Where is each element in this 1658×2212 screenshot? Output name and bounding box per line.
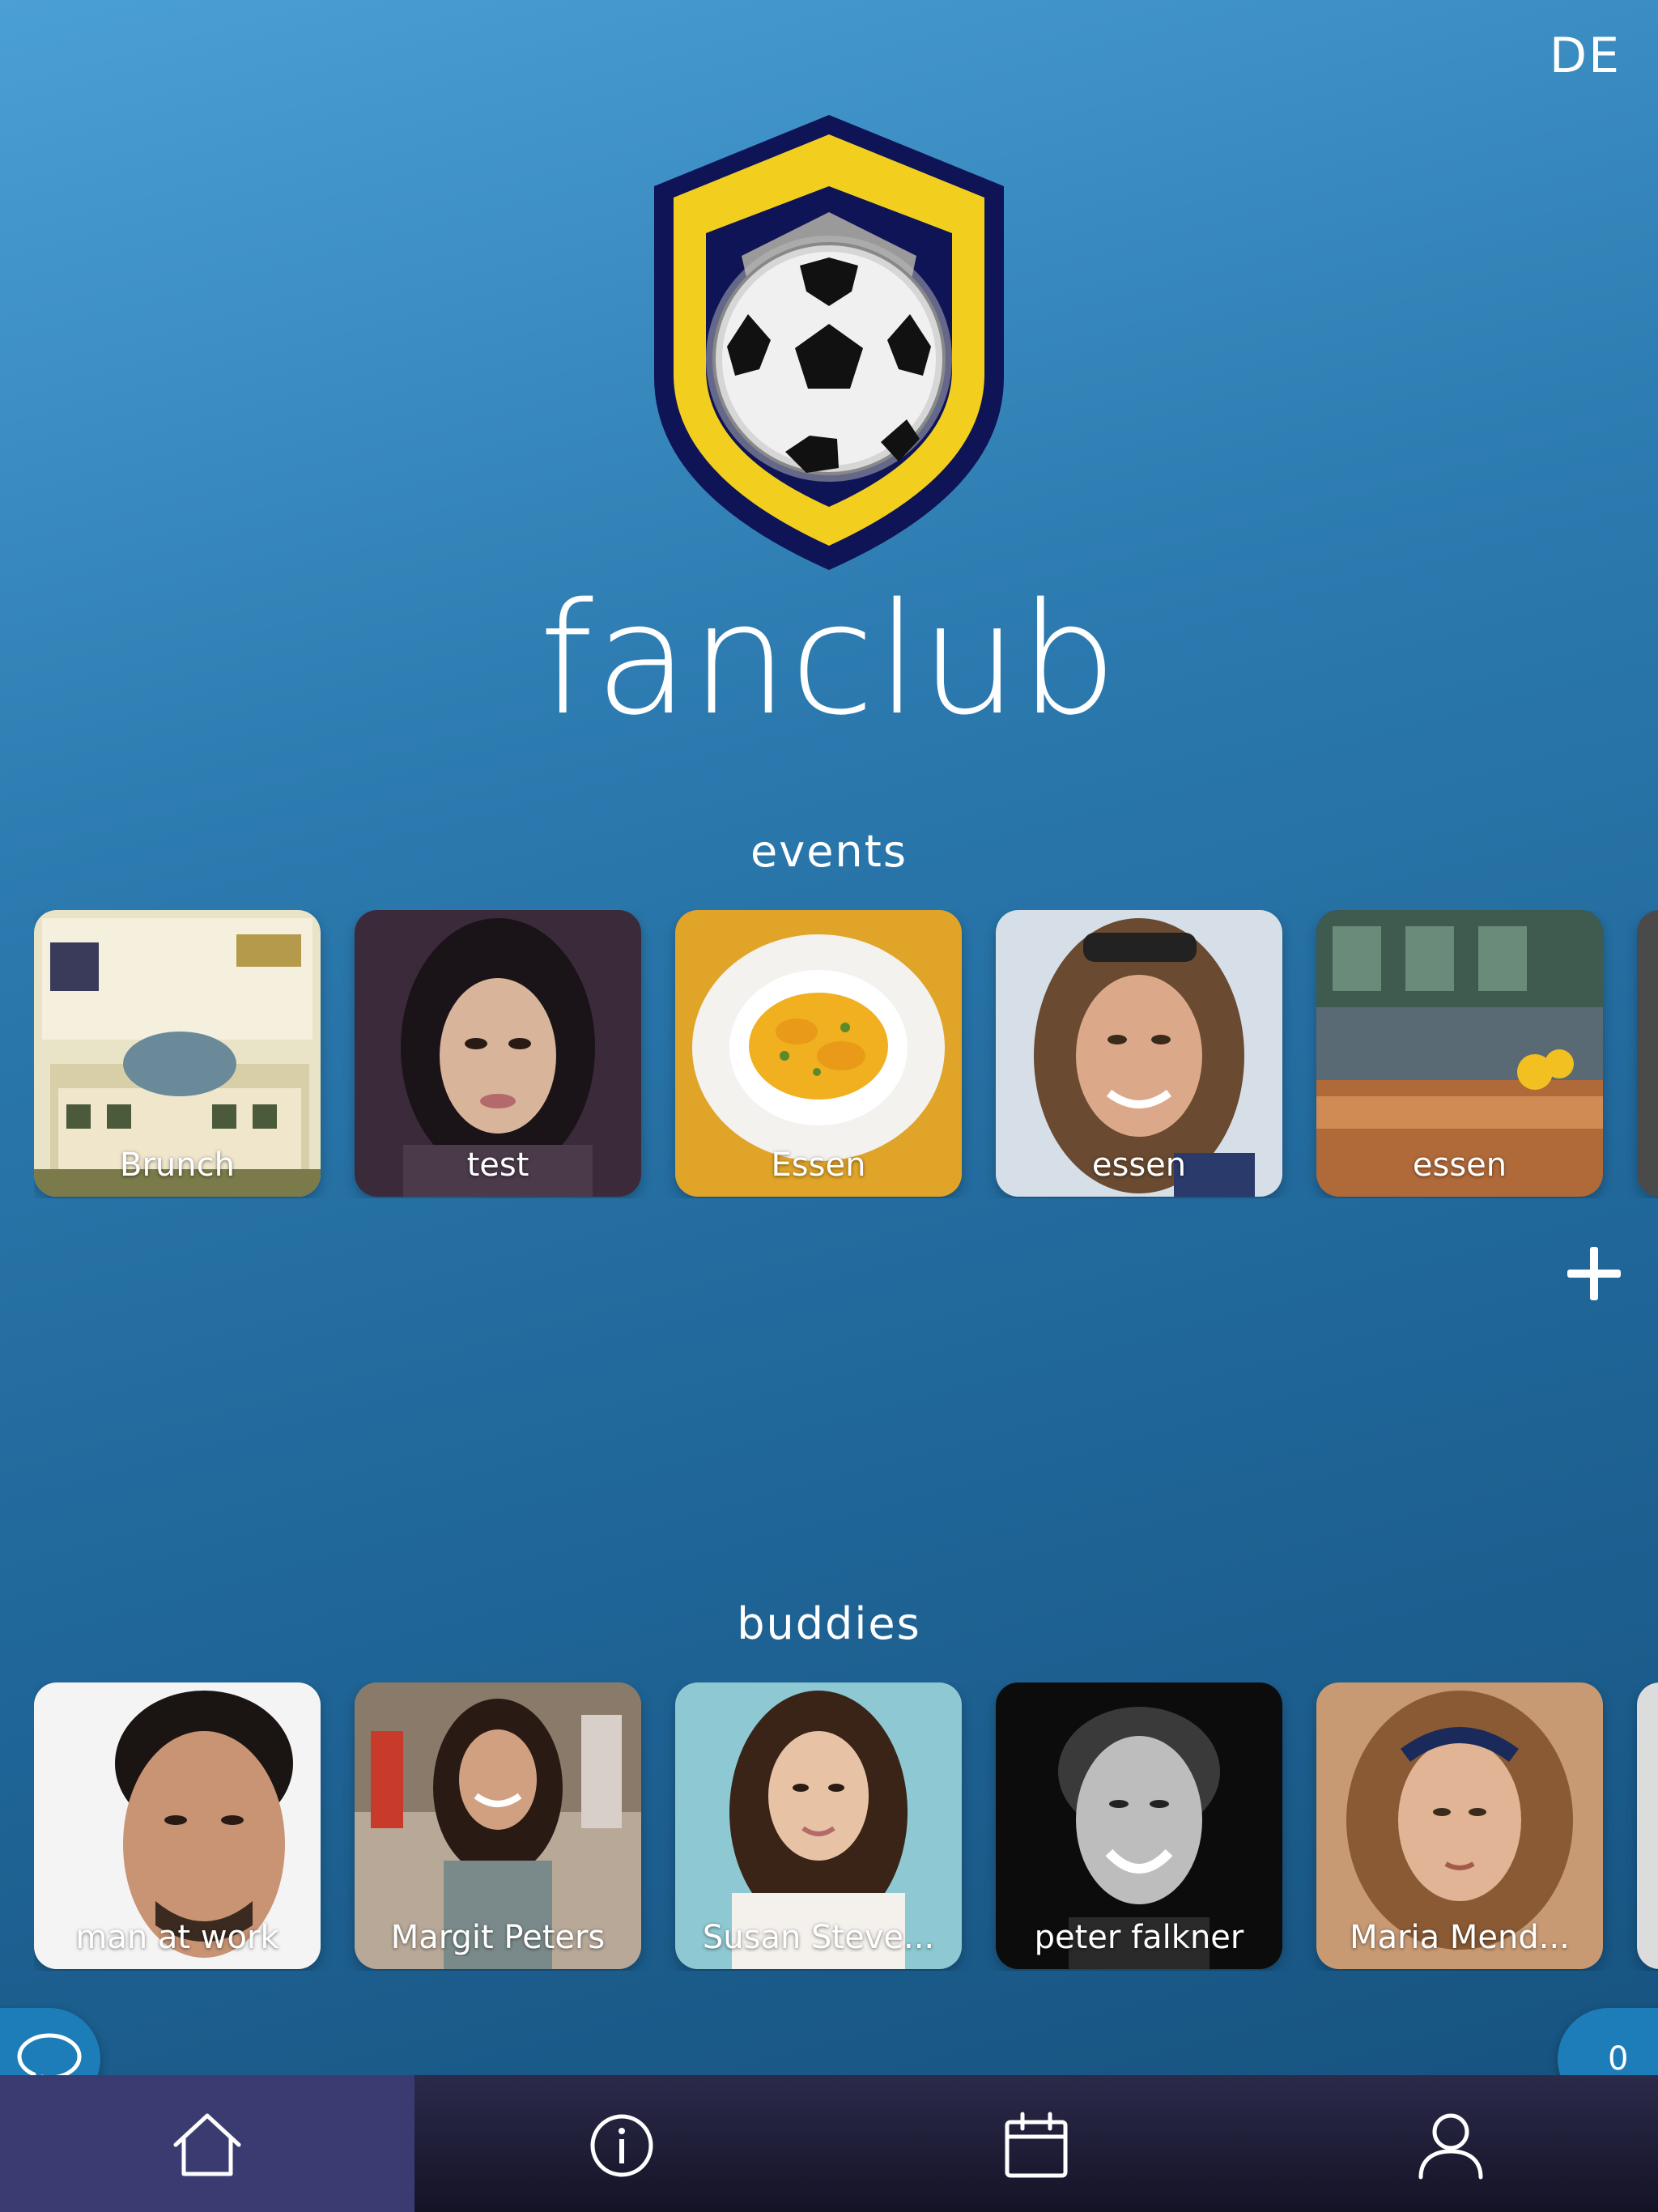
- buddy-avatar: [1637, 1682, 1658, 1969]
- buddies-carousel[interactable]: man at work Margit Peters Susan Steve...…: [34, 1682, 1658, 1971]
- event-card-brunch[interactable]: Brunch: [34, 910, 321, 1197]
- buddies-section-title: buddies: [737, 1598, 921, 1649]
- tab-info[interactable]: [414, 2075, 829, 2212]
- buddy-card[interactable]: man at work: [34, 1682, 321, 1969]
- buddy-card[interactable]: Margit Peters: [355, 1682, 641, 1969]
- event-card-label: essen: [1412, 1146, 1507, 1184]
- event-card-label: test: [466, 1146, 529, 1184]
- home-icon: [173, 2113, 241, 2176]
- buddy-card-label: peter falkner: [1034, 1919, 1244, 1956]
- buddy-card-label: Margit Peters: [390, 1919, 606, 1956]
- buddy-card-partial[interactable]: [1637, 1682, 1658, 1969]
- info-icon: [590, 2114, 653, 2177]
- event-card-label: essen: [1091, 1146, 1187, 1184]
- event-card-label: Brunch: [120, 1146, 235, 1184]
- add-event-button[interactable]: [1567, 1247, 1621, 1300]
- user-icon: [1418, 2113, 1483, 2180]
- tab-home[interactable]: [0, 2075, 414, 2212]
- tab-profile[interactable]: [1244, 2075, 1658, 2212]
- events-carousel[interactable]: Brunch test Essen essen essen: [34, 910, 1658, 1198]
- buddy-card-label: Maria Mend...: [1350, 1919, 1570, 1956]
- buddy-card-label: Susan Steve...: [702, 1919, 935, 1956]
- event-card-label: Essen: [771, 1146, 866, 1184]
- buddy-card[interactable]: peter falkner: [996, 1682, 1282, 1969]
- event-thumbnail: [1637, 910, 1658, 1197]
- app-screen: DE fanclub events Brunch test Essen esse…: [0, 0, 1658, 2212]
- events-section-title: events: [750, 826, 908, 877]
- language-switch[interactable]: DE: [1550, 28, 1621, 84]
- event-card-partial[interactable]: [1637, 910, 1658, 1197]
- event-card-essen[interactable]: Essen: [675, 910, 962, 1197]
- event-card-essen-3[interactable]: essen: [1316, 910, 1603, 1197]
- buddy-card-label: man at work: [75, 1919, 279, 1956]
- bottom-tab-bar: [0, 2075, 1658, 2212]
- event-card-test[interactable]: test: [355, 910, 641, 1197]
- tab-calendar[interactable]: [829, 2075, 1244, 2212]
- buddy-card[interactable]: Maria Mend...: [1316, 1682, 1603, 1969]
- club-crest-logo: [654, 115, 1004, 570]
- event-card-essen-2[interactable]: essen: [996, 910, 1282, 1197]
- buddy-card[interactable]: Susan Steve...: [675, 1682, 962, 1969]
- calendar-icon: [1005, 2112, 1068, 2178]
- app-title: fanclub: [538, 570, 1120, 749]
